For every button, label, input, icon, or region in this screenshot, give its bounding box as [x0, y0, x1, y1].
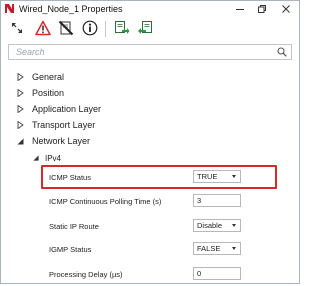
- collapse-arrow-icon[interactable]: [15, 136, 25, 146]
- static-ip-route-dropdown[interactable]: Disable: [193, 219, 241, 232]
- chevron-down-icon: [232, 224, 236, 227]
- expand-arrow-icon[interactable]: [15, 88, 25, 98]
- warnings-button[interactable]: [35, 20, 51, 36]
- expand-arrow-icon[interactable]: [15, 120, 25, 130]
- chevron-down-icon: [232, 175, 236, 178]
- info-icon: [82, 20, 98, 36]
- tree-item-general[interactable]: General: [15, 71, 64, 83]
- tree-item-label: Application Layer: [32, 104, 102, 114]
- title-bar: Wired_Node_1 Properties: [1, 1, 299, 17]
- import-button[interactable]: [137, 20, 153, 36]
- maximize-button[interactable]: [251, 2, 273, 16]
- import-icon: [138, 21, 152, 34]
- restore-icon: [258, 5, 266, 13]
- minimize-button[interactable]: [229, 2, 251, 16]
- disable-icon: [58, 20, 74, 36]
- tree-item-transport-layer[interactable]: Transport Layer: [15, 119, 95, 131]
- scrollbar[interactable]: [293, 63, 299, 283]
- close-button[interactable]: [275, 2, 297, 16]
- export-icon: [115, 21, 130, 34]
- tree-item-label: IPv4: [45, 153, 62, 163]
- expand-arrow-icon[interactable]: [15, 104, 25, 114]
- dropdown-value: Disable: [197, 221, 223, 230]
- chevron-down-icon: [232, 247, 236, 250]
- property-label-icmp-status: ICMP Status: [49, 173, 91, 182]
- property-label-static-ip-route: Static IP Route: [49, 222, 99, 231]
- tree-item-label: Position: [32, 88, 65, 98]
- property-label-processing-delay: Processing Delay (µs): [49, 270, 123, 279]
- property-label-igmp-status: IGMP Status: [49, 245, 92, 254]
- input-value: 0: [197, 269, 202, 278]
- tree-item-label: General: [32, 72, 65, 82]
- properties-window: Wired_Node_1 Properties Search General P…: [0, 0, 300, 284]
- icmp-polling-time-input[interactable]: 3: [193, 194, 241, 207]
- search-box[interactable]: [8, 44, 292, 60]
- toolbar-separator: [105, 21, 106, 37]
- disable-button[interactable]: [58, 20, 74, 36]
- tree-item-network-layer[interactable]: Network Layer: [15, 135, 90, 147]
- collapse-arrow-icon[interactable]: [31, 153, 41, 163]
- expand-arrows-icon: [12, 23, 22, 33]
- processing-delay-input[interactable]: 0: [193, 267, 241, 280]
- tree-item-label: Network Layer: [32, 136, 91, 146]
- tree-item-application-layer[interactable]: Application Layer: [15, 103, 101, 115]
- toolbar: [1, 17, 299, 41]
- export-button[interactable]: [114, 20, 130, 36]
- search-input[interactable]: [9, 45, 276, 59]
- icmp-status-dropdown[interactable]: TRUE: [193, 170, 241, 183]
- close-icon: [282, 5, 290, 13]
- igmp-status-dropdown[interactable]: FALSE: [193, 242, 241, 255]
- tree-item-position[interactable]: Position: [15, 87, 64, 99]
- window-title: Wired_Node_1 Properties: [19, 4, 123, 14]
- minimize-icon: [236, 9, 244, 10]
- info-button[interactable]: [82, 20, 98, 36]
- tree-item-ipv4[interactable]: IPv4: [31, 152, 61, 164]
- expand-all-button[interactable]: [9, 20, 25, 36]
- input-value: 3: [197, 196, 202, 205]
- dropdown-value: FALSE: [197, 244, 221, 253]
- search-icon[interactable]: [277, 47, 287, 57]
- expand-arrow-icon[interactable]: [15, 72, 25, 82]
- property-label-icmp-polling-time: ICMP Continuous Polling Time (s): [49, 197, 162, 206]
- warning-icon: [35, 20, 51, 36]
- app-icon: [5, 4, 14, 13]
- dropdown-value: TRUE: [197, 172, 218, 181]
- tree-item-label: Transport Layer: [32, 120, 96, 130]
